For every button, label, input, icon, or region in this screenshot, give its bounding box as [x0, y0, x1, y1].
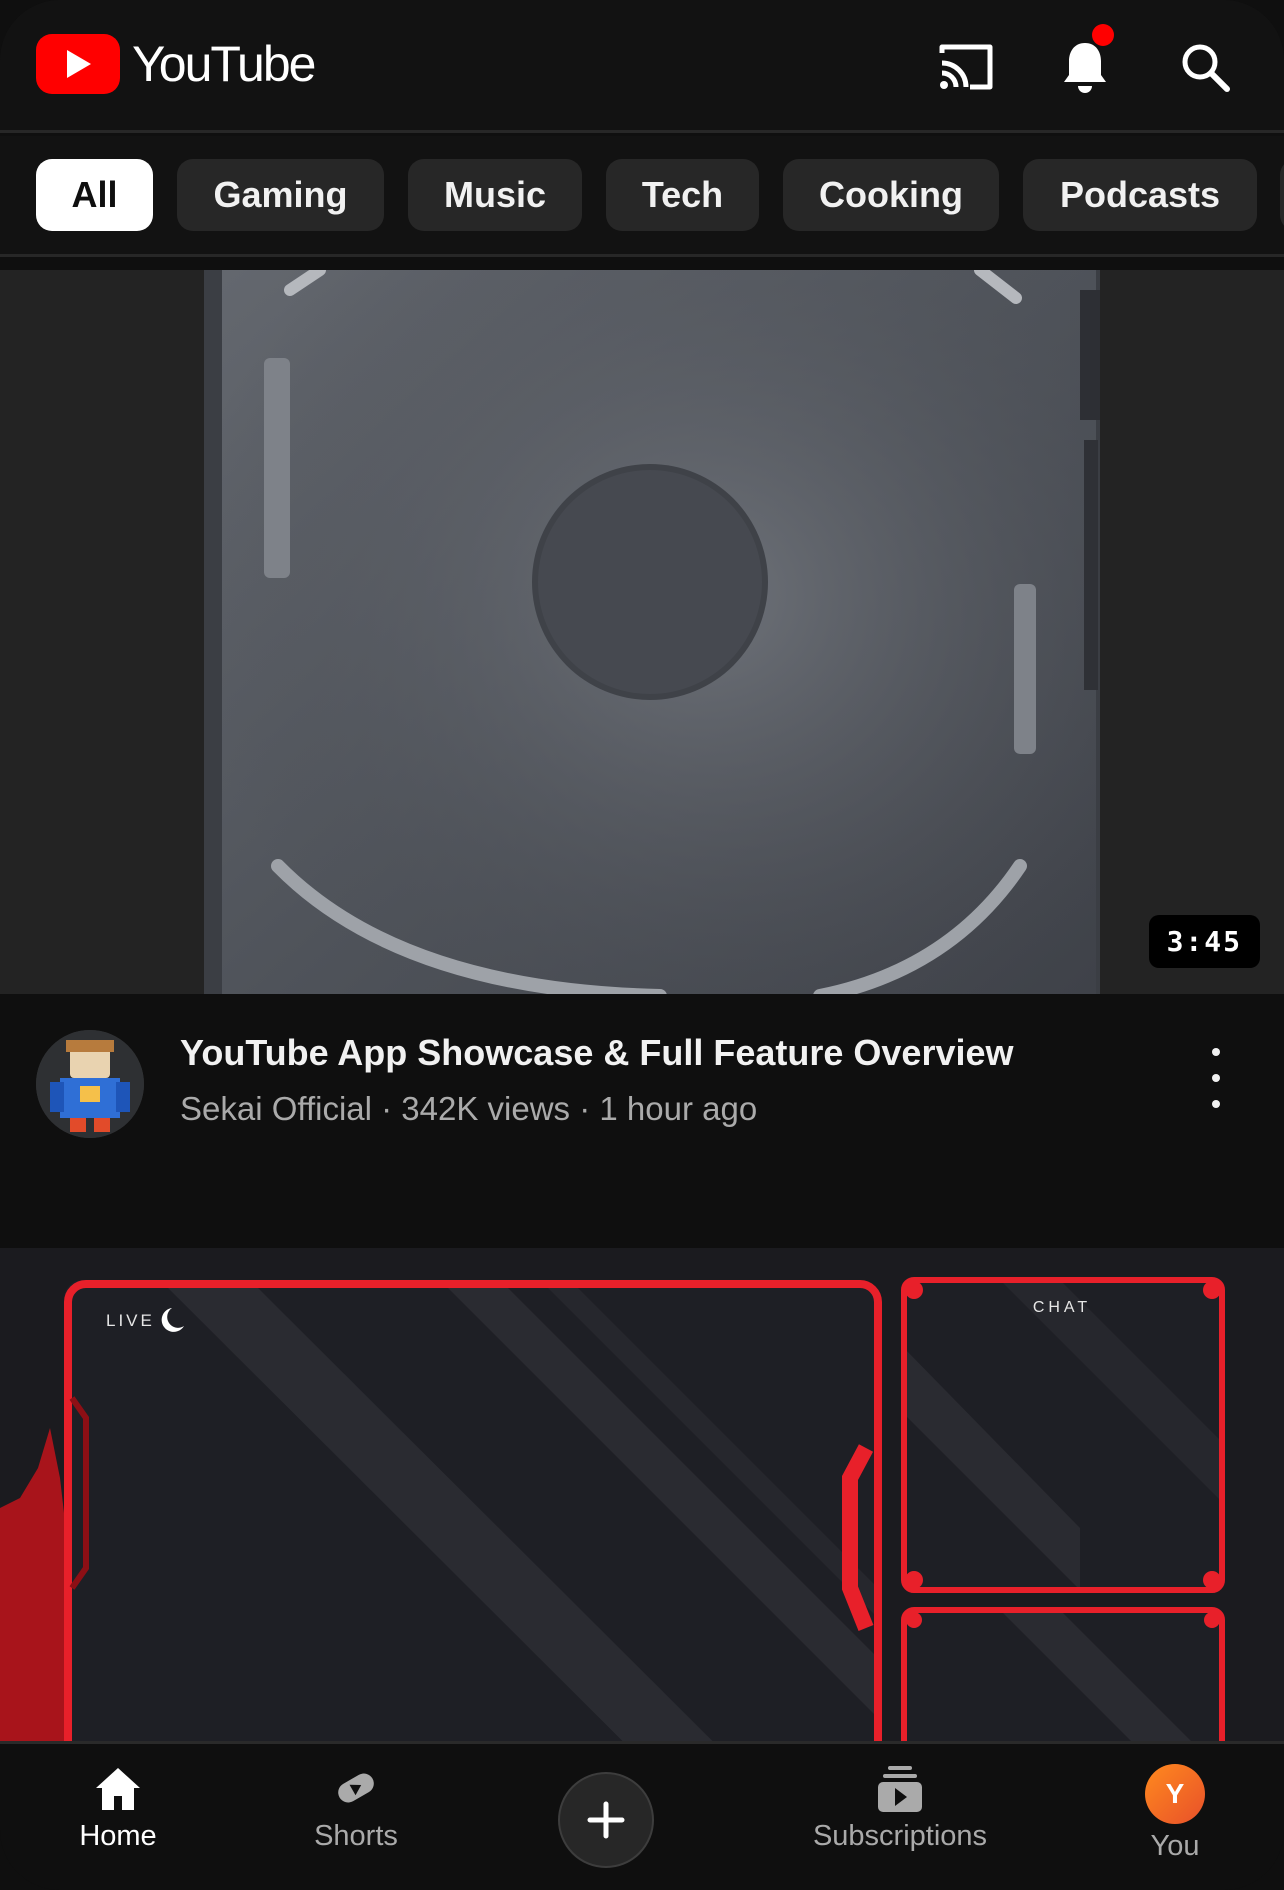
nav-subscriptions-label: Subscriptions [812, 1820, 988, 1852]
video-subtitle: Sekai Official · 342K views · 1 hour ago [180, 1090, 758, 1127]
video-title[interactable]: YouTube App Showcase & Full Feature Over… [180, 1032, 1014, 1074]
home-icon [96, 1768, 140, 1810]
notification-badge-dot [1092, 24, 1114, 46]
youtube-logo[interactable]: YouTube [36, 34, 316, 94]
thumbnail-artwork [0, 270, 1284, 994]
shorts-icon [338, 1773, 374, 1803]
youtube-play-logo-icon [36, 34, 120, 94]
chip-tech[interactable]: Tech [606, 159, 759, 231]
search-icon[interactable] [1172, 34, 1238, 100]
video-thumbnail-2[interactable]: LIVE CHAT [0, 1248, 1284, 1744]
notifications-bell-icon[interactable] [1052, 24, 1118, 100]
channel-avatar[interactable] [36, 1030, 144, 1138]
user-avatar: Y [1145, 1764, 1205, 1824]
channel-avatar-image [36, 1030, 144, 1138]
app-screen: YouTube All Gaming Music Tech Cooking Po… [0, 0, 1284, 1890]
chip-overflow[interactable] [1280, 159, 1284, 231]
chip-music[interactable]: Music [408, 159, 582, 231]
cast-icon[interactable] [933, 34, 999, 100]
category-chip-bar: All Gaming Music Tech Cooking Podcasts [0, 136, 1284, 257]
overlay-live-label: LIVE [106, 1311, 155, 1330]
overlay-chat-label: CHAT [1033, 1299, 1091, 1316]
nav-you-label: You [1150, 1830, 1200, 1862]
video-metadata[interactable]: YouTube App Showcase & Full Feature Over… [0, 994, 1284, 1248]
nav-subscriptions[interactable]: Subscriptions [790, 1764, 1010, 1853]
create-button[interactable] [558, 1772, 654, 1868]
nav-shorts-label: Shorts [314, 1820, 398, 1852]
more-options-icon[interactable] [1196, 1048, 1236, 1108]
nav-home-label: Home [79, 1820, 157, 1852]
nav-shorts[interactable]: Shorts [306, 1764, 406, 1853]
video-thumbnail[interactable]: 3:45 [0, 270, 1284, 994]
subscriptions-icon [878, 1766, 922, 1812]
plus-icon [587, 1801, 625, 1839]
bottom-navigation-bar: Home Shorts Subscriptions Y You [0, 1741, 1284, 1890]
nav-home[interactable]: Home [68, 1764, 168, 1853]
logo-wordmark: YouTube [132, 36, 316, 92]
chip-all[interactable]: All [36, 159, 153, 231]
nav-you[interactable]: Y You [1125, 1764, 1225, 1863]
video-duration-badge: 3:45 [1148, 915, 1260, 968]
stream-overlay-artwork: LIVE CHAT [0, 1248, 1284, 1744]
chip-gaming[interactable]: Gaming [177, 159, 384, 231]
chip-cooking[interactable]: Cooking [783, 159, 999, 231]
chip-podcasts[interactable]: Podcasts [1023, 159, 1257, 231]
top-app-bar: YouTube [0, 0, 1284, 133]
